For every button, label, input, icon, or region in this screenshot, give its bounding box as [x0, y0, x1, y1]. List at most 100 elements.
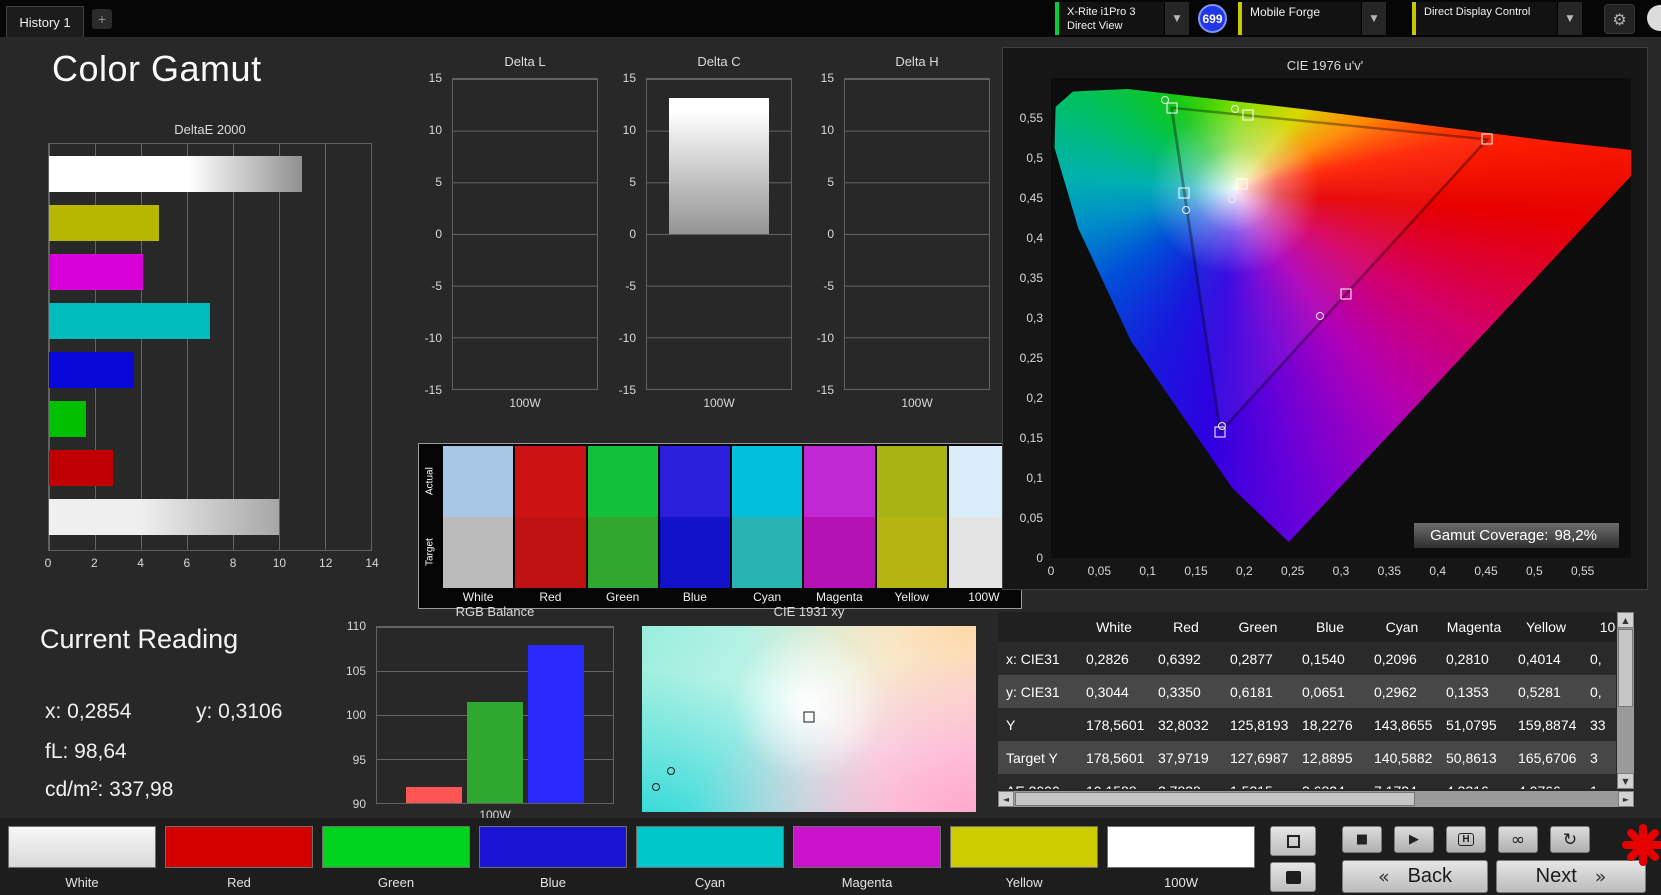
delta-c-chart: Delta C 15 10 5 0 -5 -10 -15 100W	[596, 52, 796, 414]
table-horizontal-scrollbar[interactable]: ◄ ►	[998, 791, 1634, 807]
table-cell: 0,2877	[1230, 650, 1273, 667]
patch-swatch	[950, 826, 1098, 868]
panel-toggle-button[interactable]	[1270, 826, 1316, 856]
patch-button-white[interactable]: White	[8, 826, 156, 890]
control-chevron-button[interactable]: ▼	[1557, 2, 1582, 35]
table-cell: 10,1588	[1078, 774, 1150, 790]
loop-button[interactable]: ∞	[1498, 826, 1538, 853]
table-cell: 0,6392	[1158, 650, 1201, 667]
table-cell: 0,1540	[1302, 650, 1345, 667]
tick-label: 10	[272, 556, 287, 570]
table-cell: 0,0651	[1302, 683, 1345, 700]
scroll-up-button[interactable]: ▲	[1617, 612, 1634, 628]
add-tab-button[interactable]: +	[92, 9, 112, 29]
control-text: Direct Display Control	[1416, 2, 1557, 35]
tick-label: 0,5	[1026, 150, 1043, 165]
patch-label: 100W	[1164, 875, 1198, 890]
chart-title: Delta L	[504, 54, 546, 69]
patch-button-red[interactable]: Red	[165, 826, 313, 890]
cie1976-plot: Gamut Coverage: 98,2%	[1051, 78, 1631, 558]
patch-button-magenta[interactable]: Magenta	[793, 826, 941, 890]
swatch-row-labels: Actual Target	[419, 444, 441, 608]
tick-label: 0	[827, 227, 834, 241]
screen-toggle-button[interactable]	[1270, 862, 1316, 892]
patch-button-cyan[interactable]: Cyan	[636, 826, 784, 890]
cie1976-yticks: 0,55 0,5 0,45 0,4 0,35 0,3 0,25 0,2 0,15 0,1 0,05 0	[1007, 78, 1047, 565]
meter-chevron-button[interactable]: ▼	[1164, 2, 1189, 35]
patch-button-yellow[interactable]: Yellow	[950, 826, 1098, 890]
table-vertical-scrollbar[interactable]: ▲ ▼	[1617, 612, 1634, 789]
srgb-triangle	[1169, 106, 1490, 435]
swatch-actual	[443, 446, 514, 517]
deltae-bar-white	[49, 156, 302, 192]
meter-name: X-Rite i1Pro 3	[1067, 6, 1136, 18]
v-scroll-thumb[interactable]	[1618, 629, 1633, 707]
results-table: White Red Green Blue Cyan Magenta Yellow 100W x:…	[998, 612, 1616, 789]
table-row: x: CIE31 0,2826 0,6392 0,2877 0,1540 0,2096 0,…	[998, 642, 1616, 675]
tick-label: 14	[365, 556, 379, 570]
patch-button-100w[interactable]: 100W	[1107, 826, 1255, 890]
rgb-bar-green	[467, 701, 523, 803]
tick-label: -15	[424, 383, 442, 397]
patch-label: Green	[377, 875, 415, 890]
table-header-cell: Blue	[1315, 619, 1345, 635]
play-button[interactable]: ▶	[1394, 826, 1434, 853]
swatch-actual	[659, 446, 730, 517]
h-scroll-thumb[interactable]	[1015, 792, 1415, 806]
patch-button-blue[interactable]: Blue	[479, 826, 627, 890]
patch-button-green[interactable]: Green	[322, 826, 470, 890]
table-cell: 50,8613	[1446, 749, 1497, 766]
table-cell: 0,2810	[1446, 650, 1489, 667]
swatch-target	[443, 517, 514, 588]
source-dropdown[interactable]: Mobile Forge ▼	[1238, 2, 1386, 35]
marker-button[interactable]: H	[1446, 826, 1486, 853]
swatch-columns: White Red Green Blue Cyan Magenta Yellow 100W	[441, 444, 1021, 608]
top-bar: History 1 + X-Rite i1Pro 3 Direct View ▼…	[0, 0, 1661, 37]
source-chevron-button[interactable]: ▼	[1361, 2, 1386, 35]
scroll-left-button[interactable]: ◄	[998, 791, 1014, 807]
delta-l-yticks: 15 10 5 0 -5 -10 -15	[404, 71, 446, 397]
scroll-right-button[interactable]: ►	[1618, 791, 1634, 807]
loop-icon: ∞	[1510, 829, 1526, 850]
tab-history[interactable]: History 1	[6, 6, 84, 37]
calibration-app: History 1 + X-Rite i1Pro 3 Direct View ▼…	[0, 0, 1661, 895]
swatch-actual	[587, 446, 658, 517]
back-button[interactable]: « Back	[1342, 860, 1488, 893]
tick-label: 10	[622, 123, 636, 137]
tick-label: 0,5	[1525, 564, 1543, 578]
delta-l-plot	[452, 78, 598, 390]
rgb-balance-bars	[377, 627, 613, 803]
tick-label: 0,4	[1026, 230, 1043, 245]
tick-label: 10	[428, 123, 442, 137]
table-cell: 0,	[1590, 683, 1602, 700]
deltae-bar-100w	[49, 499, 279, 535]
settings-button[interactable]: ⚙	[1604, 4, 1635, 34]
tick-label: 2	[90, 556, 98, 570]
refresh-button[interactable]: ↻	[1550, 826, 1590, 853]
deltae-bar-green	[49, 401, 86, 437]
tick-label: 0	[1047, 564, 1055, 578]
gear-icon: ⚙	[1612, 9, 1627, 29]
gamut-coverage-readout: Gamut Coverage: 98,2%	[1414, 523, 1619, 548]
back-chevron-icon: «	[1377, 865, 1390, 888]
source-text: Mobile Forge	[1242, 2, 1361, 35]
patch-label: Cyan	[694, 875, 726, 890]
scroll-down-button[interactable]: ▼	[1617, 773, 1634, 789]
tick-label: 0,25	[1019, 351, 1043, 365]
control-dropdown[interactable]: Direct Display Control ▼	[1412, 2, 1582, 35]
table-cell: 127,6987	[1230, 749, 1289, 766]
table-cell: 0,2962	[1374, 683, 1417, 700]
reading-luminance: cd/m²: 337,98	[45, 778, 174, 801]
rgb-balance-plot	[376, 626, 614, 804]
play-icon: ▶	[1409, 832, 1419, 847]
swatch-row-label-target: Target	[424, 538, 436, 567]
screen-icon	[1285, 870, 1301, 884]
chart-xlabel: 100W	[703, 396, 735, 410]
deltae-bar-cyan	[49, 303, 210, 339]
delta-h-plot	[844, 78, 990, 390]
tick-label: 0,15	[1019, 431, 1043, 445]
table-header-cell: Red	[1173, 619, 1199, 635]
table-header-cell	[998, 612, 1078, 642]
meter-dropdown[interactable]: X-Rite i1Pro 3 Direct View ▼	[1055, 2, 1189, 35]
stop-button[interactable]: ■	[1342, 826, 1382, 853]
